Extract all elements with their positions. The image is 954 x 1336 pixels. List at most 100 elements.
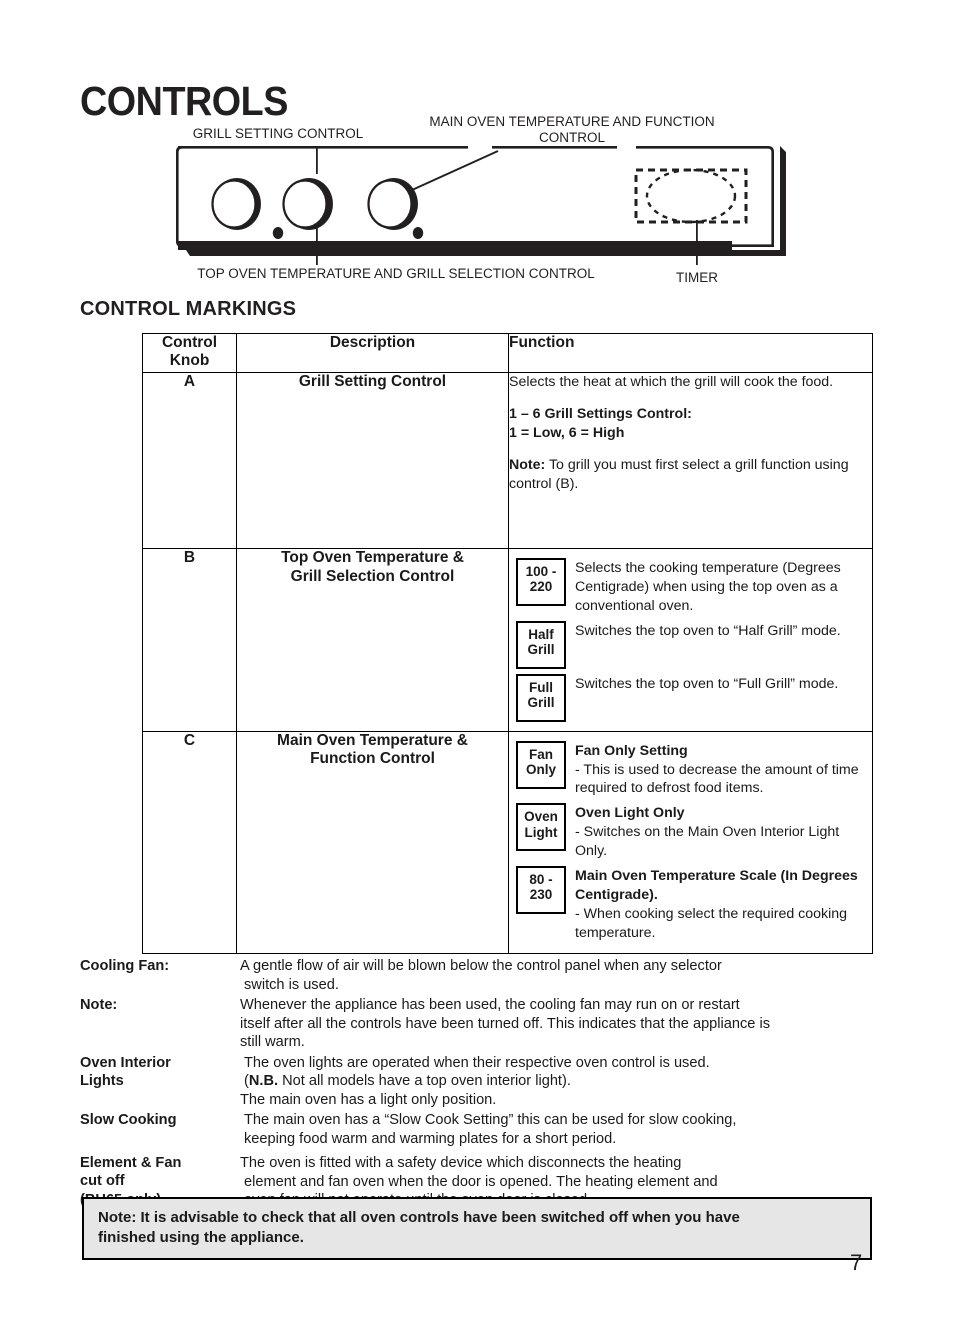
table-row-c: C Main Oven Temperature & Function Contr… <box>142 730 873 954</box>
row-c-icon-text-3: Main Oven Temperature Scale (In Degrees … <box>575 866 866 943</box>
timer-display <box>634 168 748 224</box>
row-a-func-p2: 1 – 6 Grill Settings Control: <box>509 405 692 422</box>
section-heading-control-markings: CONTROL MARKINGS <box>80 298 297 320</box>
row-a-func-note-text: To grill you must first select a grill f… <box>509 456 849 492</box>
row-c-icon-body-1: - This is used to decrease the amount of… <box>575 761 859 797</box>
setting-box-oven-light: Oven Light <box>516 803 566 852</box>
setting-box-line1: Fan <box>528 746 553 762</box>
row-c-icon-text-2: Oven Light Only - Switches on the Main O… <box>575 803 866 861</box>
term-line1: Oven Interior <box>80 1054 171 1071</box>
panel-top-edge-left <box>178 146 468 149</box>
row-c-icon-heading-3: Main Oven Temperature Scale (In Degrees … <box>575 867 858 903</box>
body-line2: (N.B. Not all models have a top oven int… <box>240 1072 880 1091</box>
knob-b-top-oven <box>282 178 333 230</box>
row-c-icon-heading-2: Oven Light Only <box>575 805 685 822</box>
control-markings-table: Control Knob Description Function A Gril… <box>142 333 873 954</box>
definition-slow-cooking: Slow Cooking The main oven has a “Slow C… <box>80 1111 880 1148</box>
definition-term-cooling-fan: Cooling Fan: <box>80 957 240 975</box>
header-description: Description <box>236 333 509 373</box>
row-b-icon-text-3: Switches the top oven to “Full Grill” mo… <box>575 675 839 692</box>
diagram-label-timer: TIMER <box>676 270 718 285</box>
setting-box-line2: Light <box>524 824 558 840</box>
row-c-function: Fan Only Fan Only Setting - This is used… <box>508 730 873 954</box>
setting-box-line1: 100 - <box>525 564 557 579</box>
definition-term-note: Note: <box>80 996 240 1014</box>
definition-term-oven-interior-lights: Oven Interior Lights <box>80 1054 240 1090</box>
header-control-knob: Control Knob <box>142 333 237 373</box>
leader-line-grill-setting <box>316 146 318 174</box>
row-b-knob: B <box>142 548 237 732</box>
term-line1: Slow Cooking <box>80 1112 177 1129</box>
setting-box-line2: Only <box>525 762 556 777</box>
term-line2: Lights <box>80 1072 124 1089</box>
indicator-dot-right <box>412 227 424 239</box>
row-a-func-p3: 1 = Low, 6 = High <box>509 424 625 441</box>
row-b-icon-text-2: Switches the top oven to “Half Grill” mo… <box>575 622 841 639</box>
row-b-description-line1: Top Oven Temperature & <box>281 549 464 566</box>
row-a-description-line1: Grill Setting Control <box>298 373 447 390</box>
definition-body-oven-interior-lights: The oven lights are operated when their … <box>240 1054 880 1110</box>
row-c-description: Main Oven Temperature & Function Control <box>236 730 509 954</box>
advisory-note-line2: finished using the appliance. <box>98 1228 304 1246</box>
diagram-label-top-oven: TOP OVEN TEMPERATURE AND GRILL SELECTION… <box>197 266 595 281</box>
diagram-label-grill-setting: GRILL SETTING CONTROL <box>193 126 364 141</box>
body-line1: A gentle flow of air will be blown below… <box>240 958 722 974</box>
body-line2-bold: N.B. <box>248 1073 279 1090</box>
definition-list: Cooling Fan: A gentle flow of air will b… <box>80 957 880 1212</box>
row-c-icon-heading-1: Fan Only Setting <box>575 742 688 759</box>
term-line1: Cooling Fan: <box>80 958 170 974</box>
row-b-function: 100 - 220 Selects the cooking temperatur… <box>508 548 873 732</box>
header-control-knob-line1: Control <box>161 334 218 351</box>
table-header-row: Control Knob Description Function <box>142 333 873 373</box>
setting-box-fan-only: Fan Only <box>516 740 566 789</box>
setting-box-line1: 80 - <box>529 871 553 887</box>
row-b-icon-row-2: Half Grill Switches the top oven to “Hal… <box>516 620 866 669</box>
header-function: Function <box>508 333 873 373</box>
advisory-note-line1: Note: It is advisable to check that all … <box>98 1209 740 1226</box>
setting-box-line1: Full <box>529 679 553 695</box>
diagram-label-main-oven-line2: CONTROL <box>539 130 605 145</box>
row-a-description: Grill Setting Control <box>236 372 509 549</box>
diagram-label-main-oven-line1: MAIN OVEN TEMPERATURE AND FUNCTION <box>429 114 714 129</box>
row-a-func-p1: Selects the heat at which the grill will… <box>509 374 834 390</box>
setting-box-half-grill: Half Grill <box>516 620 566 669</box>
row-a-func-p4: Note: To grill you must first select a g… <box>509 456 872 494</box>
header-control-knob-line2: Knob <box>169 351 210 369</box>
row-c-icon-row-1: Fan Only Fan Only Setting - This is used… <box>516 740 866 799</box>
row-c-description-line1: Main Oven Temperature & <box>277 731 468 749</box>
knob-a-grill-setting <box>211 178 261 230</box>
body-line2: switch is used. <box>244 976 339 993</box>
setting-box-line1: Half <box>528 626 554 642</box>
panel-top-edge-right <box>492 146 617 149</box>
definition-oven-interior-lights: Oven Interior Lights The oven lights are… <box>80 1054 880 1110</box>
row-b-description-line2: Grill Selection Control <box>290 567 455 585</box>
term-line1: Element & Fan <box>80 1155 182 1172</box>
definition-body-slow-cooking: The main oven has a “Slow Cook Setting” … <box>240 1111 880 1148</box>
setting-box-line2: Grill <box>527 695 555 710</box>
body-line2: keeping food warm and warming plates for… <box>244 1130 617 1147</box>
knob-c-main-oven <box>367 178 418 230</box>
row-c-icon-text-1: Fan Only Setting - This is used to decre… <box>575 741 866 799</box>
page-number: 7 <box>850 1250 863 1275</box>
advisory-note-box: Note: It is advisable to check that all … <box>82 1197 872 1260</box>
body-line1: The main oven has a “Slow Cook Setting” … <box>244 1112 737 1129</box>
row-a-knob: A <box>142 372 237 549</box>
setting-box-line2: Grill <box>527 642 555 657</box>
row-c-description-line2: Function Control <box>310 750 435 768</box>
table-row-b: B Top Oven Temperature & Grill Selection… <box>142 548 873 732</box>
definition-body-note: Whenever the appliance has been used, th… <box>240 996 880 1052</box>
setting-box-100-220: 100 - 220 <box>516 558 566 606</box>
indicator-dot-left <box>272 227 284 239</box>
panel-top-edge-far-right <box>636 146 774 246</box>
row-b-description: Top Oven Temperature & Grill Selection C… <box>236 548 509 732</box>
row-c-icon-row-2: Oven Light Oven Light Only - Switches on… <box>516 803 866 861</box>
setting-box-line2: 220 <box>529 579 553 595</box>
row-b-icon-row-1: 100 - 220 Selects the cooking temperatur… <box>516 558 866 616</box>
row-a-func-note-lead: Note: <box>509 456 546 473</box>
term-line2: cut off <box>80 1173 125 1190</box>
leader-line-timer <box>696 220 698 265</box>
row-c-icon-body-3: - When cooking select the required cooki… <box>575 905 848 941</box>
definition-body-cooling-fan: A gentle flow of air will be blown below… <box>240 957 880 994</box>
leader-line-main-oven <box>411 150 499 191</box>
